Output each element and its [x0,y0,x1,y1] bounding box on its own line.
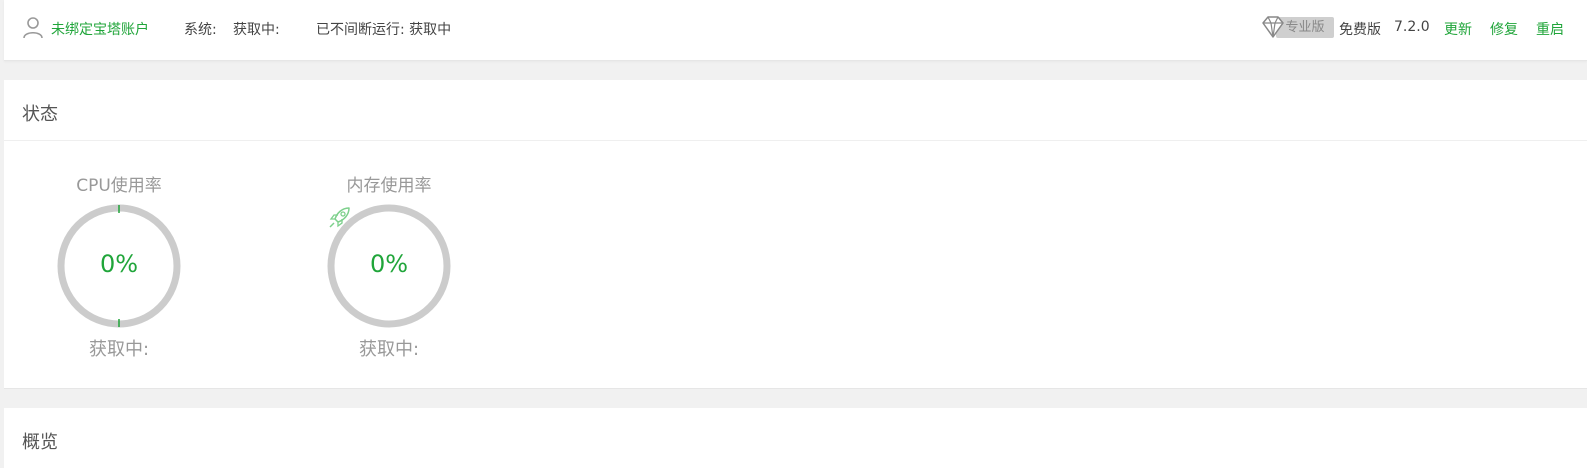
gauge-value: 0% [369,250,409,278]
bind-account-link[interactable]: 未绑定宝塔账户 [51,19,149,39]
system-label: 系统: [184,22,217,38]
overview-panel: 概览 [4,408,1587,468]
gauge-status: 获取中: [358,339,420,360]
status-panel: 状态 CPU使用率 0% 获取中: 内存使用率 0% 获取中: [4,80,1587,389]
gauge-status: 获取中: [88,339,150,360]
divider [4,140,1587,141]
gauge-ring: 0% [57,204,181,328]
update-link[interactable]: 更新 [1444,19,1472,39]
memory-gauge[interactable]: 内存使用率 0% 获取中: [324,174,454,362]
panel-title: 概览 [22,432,58,453]
free-version-label: 免费版 [1339,22,1381,38]
top-bar: 未绑定宝塔账户 系统: 获取中: 已不间断运行: 获取中 专业版 免费版 7.2… [4,0,1587,61]
gauge-value: 0% [99,250,139,278]
gauge-title: CPU使用率 [76,176,162,196]
gauge-ring: 0% [327,204,451,328]
system-value: 获取中: [233,22,280,38]
restart-link[interactable]: 重启 [1536,19,1564,39]
cpu-gauge[interactable]: CPU使用率 0% 获取中: [54,174,184,362]
repair-link[interactable]: 修复 [1490,19,1518,39]
uptime-text: 已不间断运行: 获取中 [316,22,452,38]
user-icon [23,17,43,39]
version-number: 7.2.0 [1394,19,1430,35]
diamond-icon [1262,16,1284,38]
rocket-icon[interactable] [327,204,353,230]
panel-title: 状态 [22,104,58,125]
gauge-title: 内存使用率 [346,176,432,196]
